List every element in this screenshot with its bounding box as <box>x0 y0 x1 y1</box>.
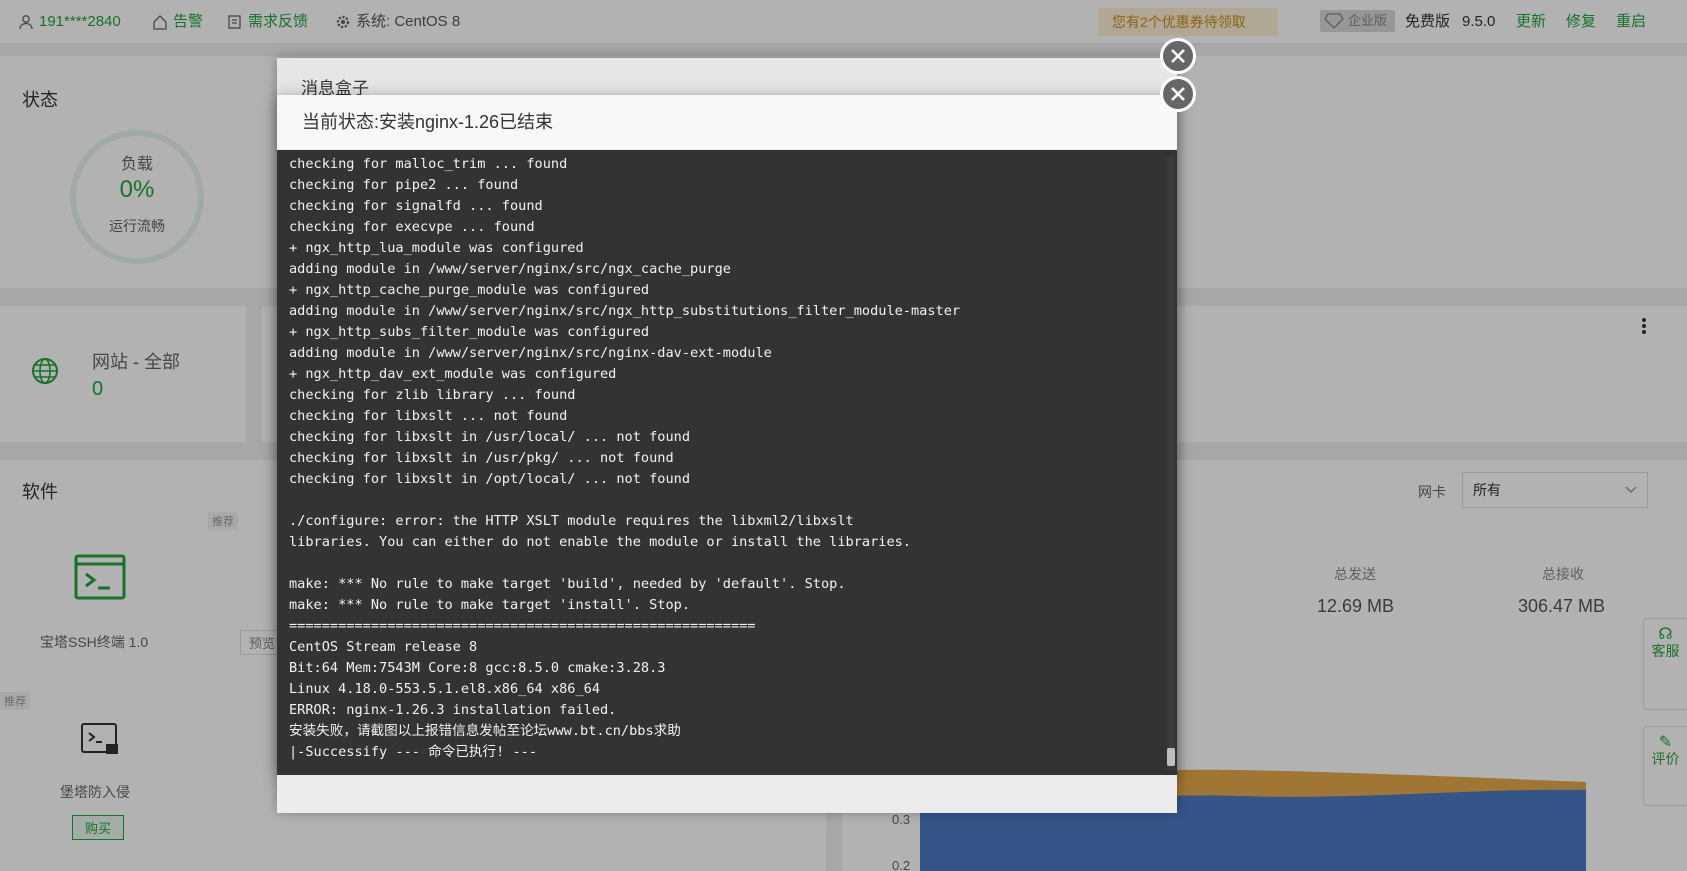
close-icon <box>1171 87 1185 101</box>
scrollbar-thumb[interactable] <box>1167 748 1175 766</box>
dialog-footer <box>277 775 1177 813</box>
message-box-close-button[interactable] <box>1160 38 1196 74</box>
terminal-output[interactable]: checking for malloc_trim ... found check… <box>277 150 1177 775</box>
terminal-scrollbar[interactable] <box>1167 155 1175 770</box>
install-status: 当前状态:安装nginx-1.26已结束 <box>277 95 1177 150</box>
close-icon <box>1171 49 1185 63</box>
install-dialog-close-button[interactable] <box>1160 76 1196 112</box>
install-log-dialog: 当前状态:安装nginx-1.26已结束 checking for malloc… <box>277 95 1177 775</box>
terminal-log: checking for malloc_trim ... found check… <box>289 156 961 760</box>
